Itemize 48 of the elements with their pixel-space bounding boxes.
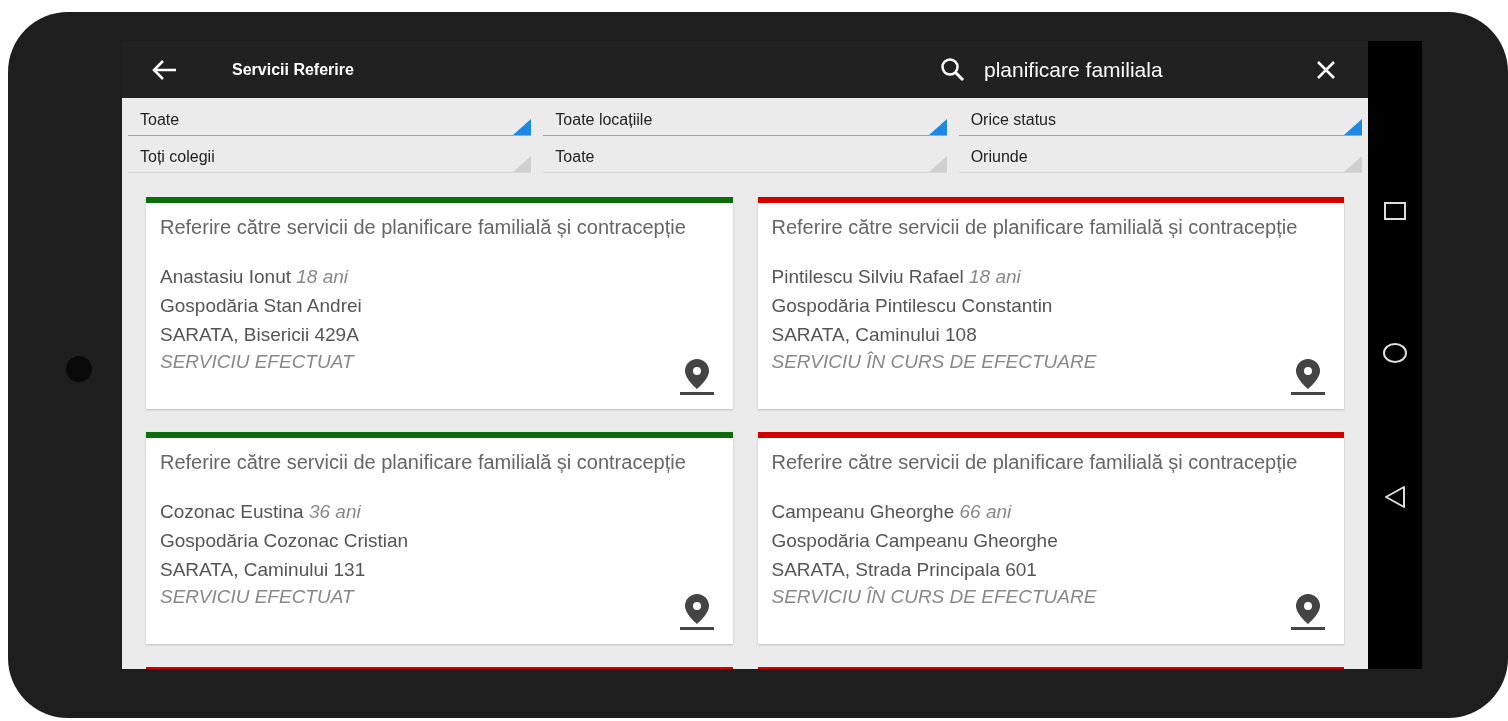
- dropdown-triangle-icon: [1344, 156, 1362, 172]
- close-icon[interactable]: [1316, 59, 1336, 80]
- search-field[interactable]: planificare familiala: [984, 53, 1304, 86]
- person-name: Campeanu Gheorghe 66 ani: [771, 500, 1012, 524]
- household-name: Gospodăria Pintilescu Constantin: [771, 294, 1053, 318]
- dropdown-triangle-icon: [928, 119, 947, 135]
- home-icon[interactable]: [1382, 342, 1408, 364]
- household-name: Gospodăria Stan Andrei: [160, 294, 362, 318]
- referral-title: Referire către servicii de planificare familială și contracepție: [771, 450, 1299, 475]
- person-name: Pintilescu Silviu Rafael 18 ani: [771, 265, 1021, 289]
- referral-title: Referire către servicii de planificare familială și contracepție: [771, 215, 1299, 240]
- filter-dropdown[interactable]: Toate locațiile: [543, 104, 947, 136]
- search-icon[interactable]: [940, 56, 966, 83]
- dropdown-triangle-icon: [1344, 119, 1362, 135]
- address: SARATA, Caminului 108: [771, 323, 977, 347]
- service-status: SERVICIU EFECTUAT: [160, 350, 354, 374]
- referral-card[interactable]: Referire către servicii de planificare familială și contracepție Pintilescu Silviu Rafael 18 ani Gospodăria Pintilescu Constantin SARATA, Caminului 108 SERVICIU ÎN CURS DE EFECTUARE: [757, 197, 1344, 409]
- referral-card[interactable]: Referire către servicii de planificare familială și contracepție Anastasiu Ionut 18 ani Gospodăria Stan Andrei SARATA, Bisericii 429A SERVICIU EFECTUAT: [146, 197, 733, 409]
- screen-title: Servicii Referire: [232, 59, 354, 80]
- address: SARATA, Caminului 131: [160, 558, 366, 582]
- back-icon[interactable]: [1383, 484, 1407, 509]
- map-pin-icon[interactable]: [1290, 357, 1326, 395]
- filter-dropdown[interactable]: Toți colegii: [128, 141, 532, 173]
- referral-title: Referire către servicii de planificare familială și contracepție: [160, 450, 687, 475]
- address: SARATA, Strada Principala 601: [771, 558, 1037, 582]
- person-name: Cozonac Eustina 36 ani: [160, 500, 361, 524]
- referral-title: Referire către servicii de planificare familială și contracepție: [160, 215, 687, 240]
- referral-card[interactable]: Referire către servicii de planificare familială și contracepție Campeanu Gheorghe 66 ani Gospodăria Campeanu Gheorghe SARATA, Strada Principala 601 SERVICIU ÎN CURS DE EFECTUARE: [757, 432, 1344, 644]
- filter-dropdown[interactable]: Toate: [543, 141, 947, 173]
- recent-apps-icon[interactable]: [1383, 201, 1407, 222]
- address: SARATA, Bisericii 429A: [160, 323, 359, 347]
- household-name: Gospodăria Cozonac Cristian: [160, 529, 409, 553]
- service-status: SERVICIU ÎN CURS DE EFECTUARE: [771, 350, 1097, 374]
- dropdown-triangle-icon: [928, 156, 947, 172]
- referral-card[interactable]: Referire către servicii de planificare familială și contracepție Cozonac Eustina 36 ani Gospodăria Cozonac Cristian SARATA, Caminului 131 SERVICIU EFECTUAT: [146, 432, 733, 644]
- service-status: SERVICIU EFECTUAT: [160, 585, 354, 609]
- person-name: Anastasiu Ionut 18 ani: [160, 265, 349, 289]
- service-status: SERVICIU ÎN CURS DE EFECTUARE: [771, 585, 1097, 609]
- filter-dropdown[interactable]: Oriunde: [958, 141, 1362, 173]
- dropdown-triangle-icon: [513, 119, 532, 135]
- filter-dropdown[interactable]: Toate: [128, 104, 532, 136]
- map-pin-icon[interactable]: [678, 357, 715, 395]
- household-name: Gospodăria Campeanu Gheorghe: [771, 529, 1058, 553]
- back-arrow-icon[interactable]: [152, 58, 178, 81]
- map-pin-icon[interactable]: [678, 592, 715, 630]
- filter-dropdown[interactable]: Orice status: [958, 104, 1362, 136]
- dropdown-triangle-icon: [513, 156, 532, 172]
- map-pin-icon[interactable]: [1290, 592, 1326, 630]
